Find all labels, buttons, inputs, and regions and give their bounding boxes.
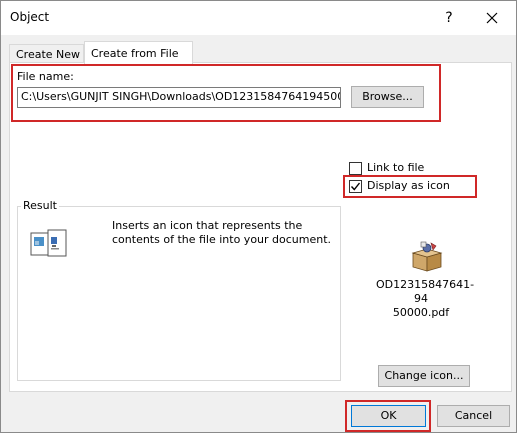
ok-button[interactable]: OK (351, 405, 426, 427)
result-description: Inserts an icon that represents the cont… (112, 219, 332, 246)
dialog-title: Object (10, 10, 50, 24)
tab-create-from-file[interactable]: Create from File (84, 41, 193, 64)
file-name-input[interactable]: C:\Users\GUNJIT SINGH\Downloads\OD123158… (17, 87, 341, 108)
file-name-label: File name: (17, 70, 74, 83)
display-as-icon-label[interactable]: Display as icon (367, 179, 450, 192)
help-button[interactable]: ? (439, 7, 459, 29)
browse-button[interactable]: Browse... (351, 86, 424, 108)
object-dialog: Object ? Create New Create from File Fil… (0, 0, 517, 433)
result-title: Result (21, 199, 59, 212)
link-to-file-label[interactable]: Link to file (367, 161, 424, 174)
checkmark-icon (350, 182, 361, 191)
close-button[interactable] (481, 7, 503, 29)
display-as-icon-checkbox[interactable] (349, 180, 362, 193)
title-bar: Object ? (1, 1, 516, 35)
close-icon (486, 12, 498, 24)
result-document-icon (28, 227, 70, 266)
tab-create-new[interactable]: Create New (9, 44, 84, 63)
cancel-button[interactable]: Cancel (437, 405, 510, 427)
change-icon-button[interactable]: Change icon... (378, 365, 470, 387)
icon-caption-line-1: OD12315847641­94 (376, 278, 474, 305)
package-icon (410, 241, 444, 276)
link-to-file-checkbox[interactable] (349, 162, 362, 175)
icon-caption-line-2: 50000.pdf (392, 306, 450, 319)
icon-caption: OD12315847641­94 50000.pdf (376, 278, 474, 320)
